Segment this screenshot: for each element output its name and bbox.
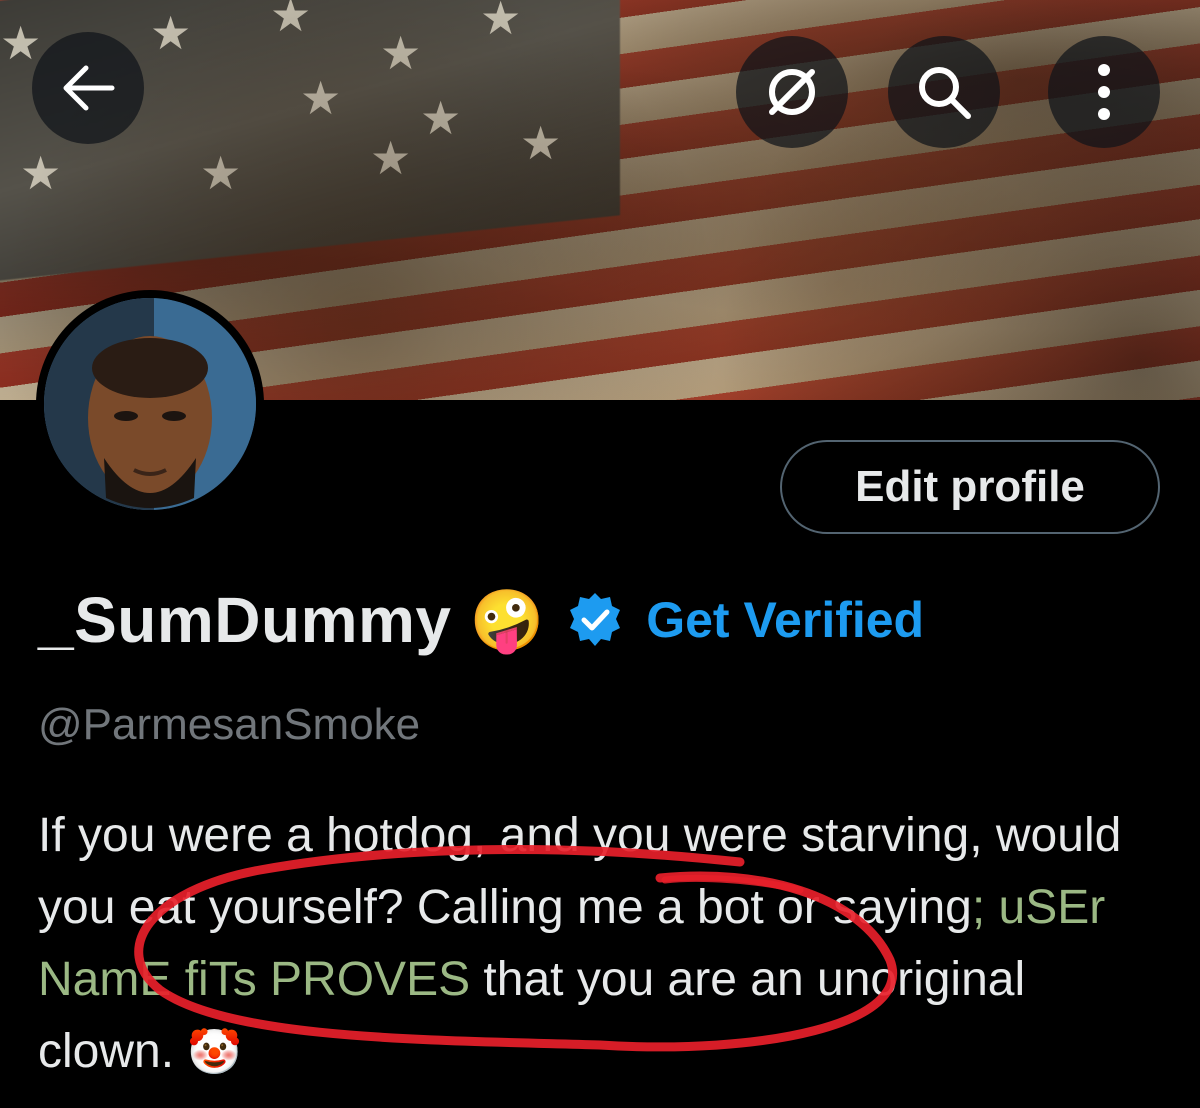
back-button[interactable]	[32, 32, 144, 144]
get-verified-link[interactable]: Get Verified	[646, 591, 924, 649]
avatar-image	[44, 298, 256, 510]
more-vertical-icon	[1094, 60, 1114, 124]
bio-text: If you were a hotdog, and you were starv…	[38, 809, 1122, 934]
clown-emoji: 🤡	[187, 1028, 243, 1077]
more-options-button[interactable]	[1048, 36, 1160, 148]
profile-bio: If you were a hotdog, and you were starv…	[38, 800, 1168, 1089]
avatar[interactable]	[36, 290, 264, 518]
grok-slash-icon	[760, 60, 824, 124]
arrow-left-icon	[60, 64, 116, 112]
verified-badge-icon[interactable]	[566, 591, 624, 649]
user-handle: @ParmesanSmoke	[38, 700, 421, 749]
zany-face-emoji: 🤪	[469, 586, 545, 654]
grok-button[interactable]	[736, 36, 848, 148]
name-row: _SumDummy 🤪 Get Verified	[38, 575, 924, 665]
edit-profile-button[interactable]: Edit profile	[780, 440, 1160, 534]
search-button[interactable]	[888, 36, 1000, 148]
search-icon	[914, 62, 974, 122]
display-name: _SumDummy	[38, 584, 452, 656]
